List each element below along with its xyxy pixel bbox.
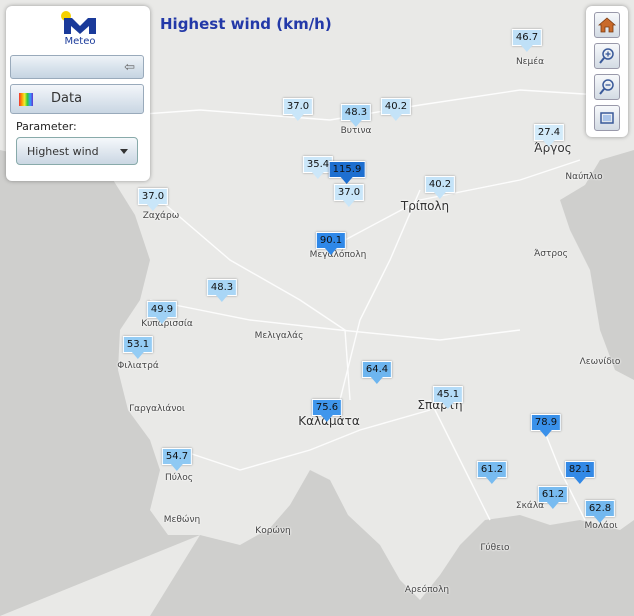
logo-mark-icon [61, 11, 96, 34]
fullscreen-icon [600, 112, 614, 124]
station-marker[interactable]: 45.1 [432, 386, 464, 409]
place-label: Τρίπολη [400, 199, 450, 213]
arrow-left-icon: ⇦ [124, 60, 135, 75]
data-button-label: Data [51, 91, 83, 106]
fullscreen-button[interactable] [594, 105, 620, 131]
station-marker[interactable]: 48.3 [340, 104, 372, 127]
station-marker[interactable]: 37.0 [282, 98, 314, 121]
place-label: Κορώνη [255, 526, 291, 536]
place-label: Μελιγαλάς [254, 331, 304, 341]
zoom-in-button[interactable] [594, 43, 620, 69]
station-marker[interactable]: 46.7 [511, 29, 543, 52]
station-marker[interactable]: 54.7 [161, 448, 193, 471]
station-marker[interactable]: 40.2 [380, 98, 412, 121]
control-panel: Meteo ⇦ Data Parameter: Highest wind [6, 6, 150, 181]
station-marker[interactable]: 53.1 [122, 336, 154, 359]
map-toolbar [586, 6, 628, 137]
home-button[interactable] [594, 12, 620, 38]
meteo-logo: Meteo [58, 10, 102, 50]
station-marker[interactable]: 48.3 [206, 279, 238, 302]
station-marker[interactable]: 75.6 [311, 399, 343, 422]
place-label: Νεμέα [515, 57, 545, 67]
parameter-label: Parameter: [16, 120, 77, 133]
station-marker[interactable]: 64.4 [361, 361, 393, 384]
station-marker[interactable]: 82.1 [564, 461, 596, 484]
place-label: Μεγαλόπολη [309, 250, 367, 260]
place-label: Πύλος [164, 473, 194, 483]
sea-east [560, 150, 634, 380]
place-label: Φιλιατρά [117, 361, 159, 371]
chevron-down-icon [120, 149, 128, 154]
map-title: Highest wind (km/h) [160, 15, 332, 33]
place-label: Άστρος [534, 249, 568, 259]
station-marker[interactable]: 40.2 [424, 176, 456, 199]
station-marker[interactable]: 61.2 [476, 461, 508, 484]
place-label: Ζαχάρω [142, 211, 180, 221]
logo-text: Meteo [64, 36, 96, 47]
parameter-select[interactable]: Highest wind [16, 137, 138, 165]
parameter-select-value: Highest wind [27, 145, 99, 158]
station-marker[interactable]: 49.9 [146, 301, 178, 324]
data-button[interactable]: Data [10, 84, 144, 114]
station-marker[interactable]: 62.8 [584, 500, 616, 523]
station-marker[interactable]: 37.0 [137, 188, 169, 211]
zoom-out-icon [599, 79, 614, 95]
collapse-panel-button[interactable]: ⇦ [10, 55, 144, 79]
station-marker[interactable]: 61.2 [537, 486, 569, 509]
station-marker[interactable]: 37.0 [333, 184, 365, 207]
place-label: Γαργαλιάνοι [129, 404, 185, 414]
place-label: Ναύπλιο [565, 172, 603, 182]
station-marker[interactable]: 27.4 [533, 124, 565, 147]
zoom-in-icon [599, 48, 614, 64]
place-label: Αρεόπολη [404, 585, 450, 595]
color-scale-icon [19, 93, 33, 106]
station-marker[interactable]: 90.1 [315, 232, 347, 255]
place-label: Λεωνίδιο [579, 357, 621, 367]
place-label: Μεθώνη [163, 515, 201, 525]
place-label: Γύθειο [480, 543, 510, 553]
home-icon [597, 17, 617, 33]
station-marker[interactable]: 78.9 [530, 414, 562, 437]
place-label: Βυτινα [340, 126, 372, 136]
station-marker[interactable]: 115.9 [328, 161, 366, 184]
zoom-out-button[interactable] [594, 74, 620, 100]
